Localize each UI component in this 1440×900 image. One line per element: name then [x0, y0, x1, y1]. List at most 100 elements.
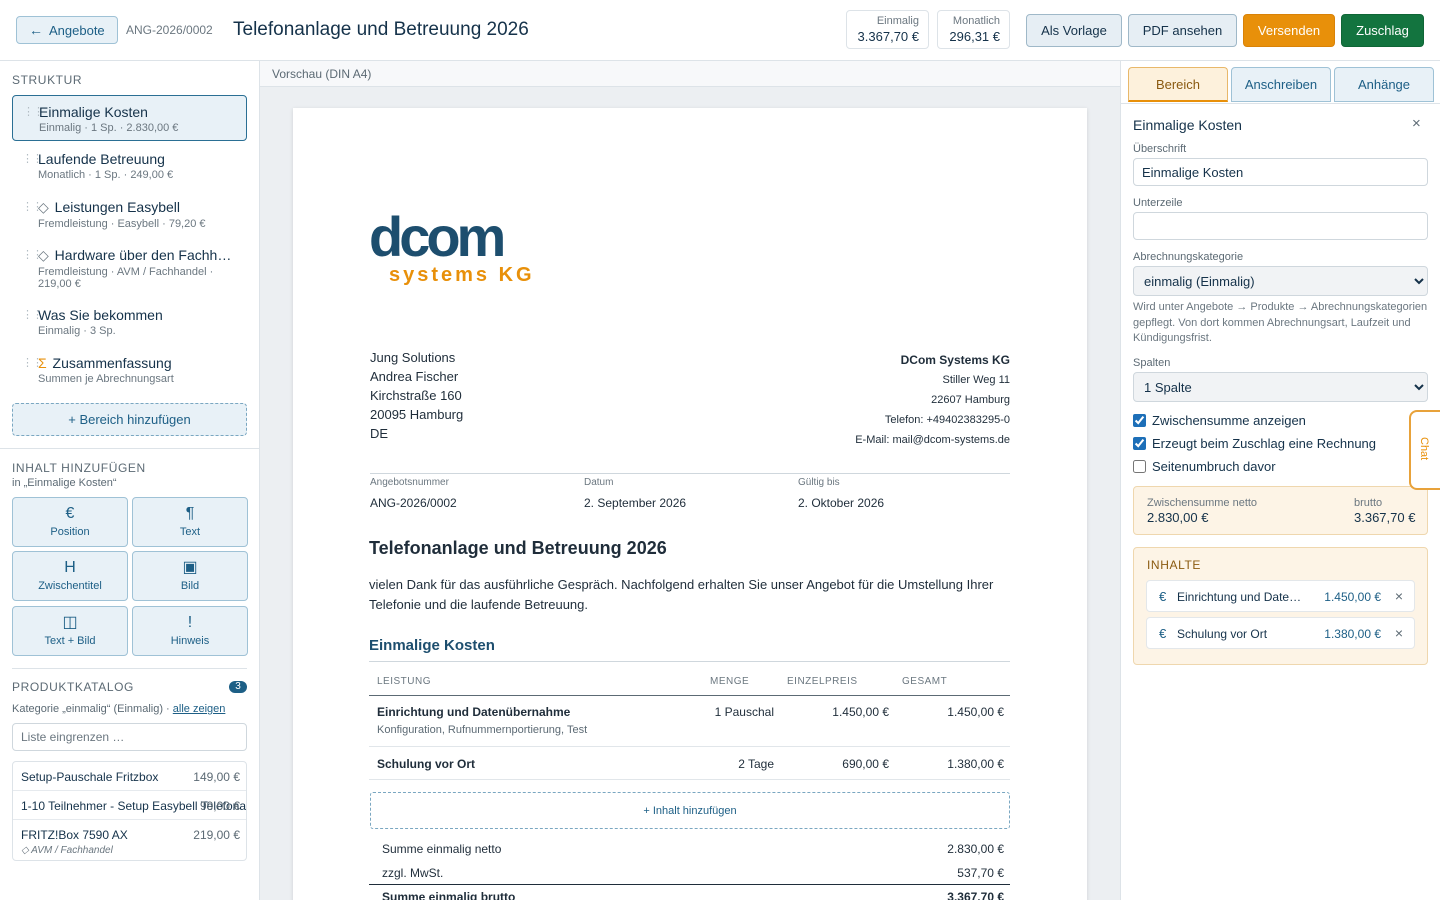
row-item-name[interactable]: Einrichtung und Datenübernahme	[377, 705, 570, 719]
catalog-count-badge: 3	[229, 681, 247, 693]
pilcrow-icon: ¶	[185, 505, 195, 522]
page-break-checkbox-row[interactable]: Seitenumbruch davor	[1133, 458, 1276, 474]
structure-item-title-row: ◇ Leistungen Easybell	[38, 199, 239, 216]
send-button[interactable]: Versenden	[1243, 14, 1335, 47]
category-select[interactable]: einmalig (Einmalig)	[1133, 266, 1428, 296]
subtotal-net-value: 2.830,00 €	[1147, 510, 1209, 525]
add-content-heading: INHALT HINZUFÜGEN	[12, 461, 146, 475]
meta-date: Datum 2. September 2026	[584, 477, 686, 510]
once-total-box: Einmalig 3.367,70 €	[846, 10, 929, 49]
tile-label: Zwischentitel	[38, 580, 102, 592]
drag-handle-icon[interactable]: ⋮⋮	[22, 248, 43, 261]
drag-handle-icon[interactable]: ⋮⋮	[22, 356, 43, 369]
recipient-address: Jung Solutions Andrea Fischer Kirchstraß…	[370, 348, 463, 443]
catalog-item-name: FRITZ!Box 7590 AX	[21, 828, 128, 842]
content-item[interactable]: € Einrichtung und Datenübernahme 1.450,0…	[1146, 580, 1415, 612]
total-label: zzgl. MwSt.	[382, 866, 444, 880]
content-item-name: Einrichtung und Datenübernahme	[1177, 590, 1307, 604]
close-icon[interactable]: ×	[1412, 115, 1421, 132]
heading-input[interactable]	[1133, 158, 1428, 186]
add-text-tile[interactable]: ¶ Text	[132, 497, 248, 547]
euro-icon: €	[65, 505, 75, 522]
heading-icon: H	[64, 559, 76, 576]
once-total-label: Einmalig	[876, 15, 919, 27]
columns-select[interactable]: 1 Spalte	[1133, 372, 1428, 402]
add-area-button[interactable]: + Bereich hinzufügen	[12, 403, 247, 436]
image-icon: ▣	[182, 559, 198, 576]
subtotal-box: Zwischensumme netto 2.830,00 € brutto 3.…	[1133, 486, 1428, 535]
show-subtotal-checkbox-row[interactable]: Zwischensumme anzeigen	[1133, 412, 1306, 428]
document-section-title[interactable]: Einmalige Kosten	[369, 637, 495, 654]
catalog-item-price: 149,00 €	[193, 770, 240, 784]
structure-item-sub: Fremdleistung · Easybell · 79,20 €	[38, 218, 206, 230]
structure-item-was-sie-bekommen[interactable]: ⋮⋮ Was Sie bekommen Einmalig · 3 Sp.	[12, 299, 247, 345]
show-subtotal-checkbox[interactable]	[1133, 413, 1146, 427]
structure-item-zusammenfassung[interactable]: ⋮⋮ Σ Zusammenfassung Summen je Abrechnun…	[12, 347, 247, 393]
back-to-offers-button[interactable]: ← Angebote	[16, 16, 118, 44]
subline-input[interactable]	[1133, 212, 1428, 240]
remove-icon[interactable]: ×	[1395, 625, 1403, 641]
page-break-checkbox[interactable]	[1133, 459, 1146, 473]
euro-icon: €	[1159, 589, 1167, 604]
structure-item-laufende-betreuung[interactable]: ⋮⋮ Laufende Betreuung Monatlich · 1 Sp. …	[12, 143, 247, 189]
add-content-button[interactable]: + Inhalt hinzufügen	[370, 792, 1010, 829]
catalog-item[interactable]: Setup-Pauschale Fritzbox 149,00 €	[13, 762, 246, 791]
structure-item-leistungen-easybell[interactable]: ⋮⋮ ◇ Leistungen Easybell Fremdleistung ·…	[12, 191, 247, 237]
total-label: Summe einmalig netto	[382, 842, 502, 856]
recipient-street: Kirchstraße 160	[370, 388, 462, 403]
add-note-tile[interactable]: ! Hinweis	[132, 606, 248, 656]
right-panel: Bereich Anschreiben Anhänge Einmalige Ko…	[1120, 61, 1440, 900]
show-all-link[interactable]: alle zeigen	[173, 703, 226, 715]
creates-invoice-checkbox[interactable]	[1133, 436, 1146, 450]
checkbox-label: Zwischensumme anzeigen	[1152, 412, 1306, 428]
remove-icon[interactable]: ×	[1395, 588, 1403, 604]
tab-area[interactable]: Bereich	[1128, 67, 1228, 102]
add-subheading-tile[interactable]: H Zwischentitel	[12, 551, 128, 601]
sender-phone: Telefon: +49402383295-0	[884, 414, 1010, 426]
add-image-tile[interactable]: ▣ Bild	[132, 551, 248, 601]
row-item-name[interactable]: Schulung vor Ort	[377, 757, 475, 771]
drag-handle-icon[interactable]: ⋮⋮	[22, 152, 43, 165]
catalog-search-input[interactable]	[12, 723, 247, 751]
creates-invoice-checkbox-row[interactable]: Erzeugt beim Zuschlag eine Rechnung	[1133, 435, 1376, 451]
view-pdf-button[interactable]: PDF ansehen	[1128, 14, 1237, 47]
logo-text-bottom: systems KG	[389, 264, 535, 286]
save-as-template-button[interactable]: Als Vorlage	[1026, 14, 1122, 47]
catalog-list: Setup-Pauschale Fritzbox 149,00 € 1-10 T…	[12, 761, 247, 861]
catalog-item[interactable]: FRITZ!Box 7590 AX 219,00 € ◇ AVM / Fachh…	[13, 820, 246, 860]
category-label: Abrechnungskategorie	[1133, 251, 1244, 263]
catalog-item-price: 99,00 €	[199, 799, 240, 813]
catalog-item[interactable]: 1-10 Teilnehmer - Setup Easybell Telefon…	[13, 791, 246, 820]
tabs-divider	[1121, 103, 1440, 104]
add-position-tile[interactable]: € Position	[12, 497, 128, 547]
subtotal-gross-label: brutto	[1354, 497, 1383, 509]
document-intro: vielen Dank für das ausführliche Gespräc…	[369, 577, 994, 612]
document-title: Telefonanlage und Betreuung 2026	[369, 538, 667, 558]
recipient-city: 20095 Hamburg	[370, 407, 464, 422]
drag-handle-icon[interactable]: ⋮⋮	[23, 105, 44, 118]
structure-item-einmalige-kosten[interactable]: ⋮⋮ Einmalige Kosten Einmalig · 1 Sp. · 2…	[12, 95, 247, 141]
preview-area[interactable]: dcom systems KG Jung Solutions Andrea Fi…	[260, 87, 1120, 900]
euro-icon: €	[1159, 626, 1167, 641]
award-button[interactable]: Zuschlag	[1341, 14, 1424, 47]
columns-label: Spalten	[1133, 357, 1171, 369]
content-item[interactable]: € Schulung vor Ort 1.380,00 € ×	[1146, 617, 1415, 649]
structure-item-sub: Summen je Abrechnungsart	[38, 373, 174, 385]
offer-number: ANG-2026/0002	[126, 23, 213, 37]
tab-cover-letter[interactable]: Anschreiben	[1231, 67, 1331, 102]
tile-label: Hinweis	[170, 635, 210, 647]
table-header-line	[369, 695, 1010, 696]
structure-item-title: Leistungen Easybell	[54, 199, 180, 215]
tab-attachments[interactable]: Anhänge	[1334, 67, 1434, 102]
drag-handle-icon[interactable]: ⋮⋮	[22, 200, 43, 213]
recipient-country: DE	[370, 426, 389, 441]
sender-email: E-Mail: mail@dcom-systems.de	[855, 434, 1010, 446]
sender-company: DCom Systems KG	[900, 353, 1010, 367]
monthly-total-box: Monatlich 296,31 €	[937, 10, 1010, 49]
structure-item-hardware[interactable]: ⋮⋮ ◇ Hardware über den Fachh… Fremdleist…	[12, 239, 247, 297]
sender-city: 22607 Hamburg	[931, 394, 1010, 406]
add-text-image-tile[interactable]: ◫ Text + Bild	[12, 606, 128, 656]
chat-tab[interactable]: Chat	[1409, 410, 1440, 490]
catalog-filter-text: Kategorie „einmalig“ (Einmalig) · alle z…	[12, 703, 225, 715]
drag-handle-icon[interactable]: ⋮⋮	[22, 308, 43, 321]
